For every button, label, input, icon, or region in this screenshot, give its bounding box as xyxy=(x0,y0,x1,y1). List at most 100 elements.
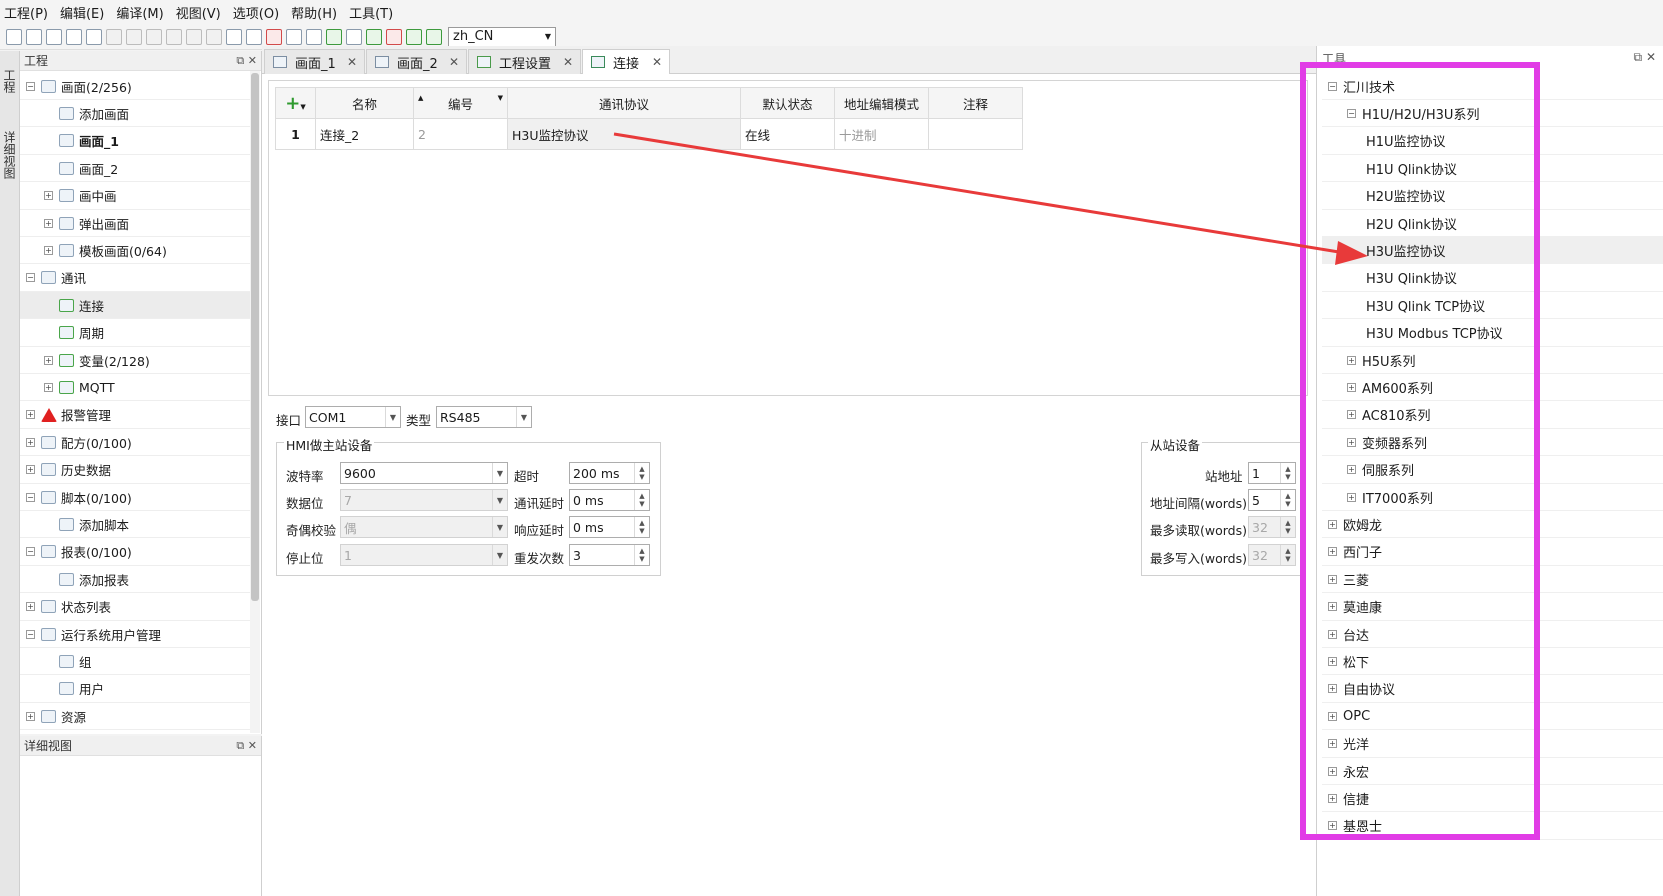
delete-icon[interactable] xyxy=(206,28,222,45)
tree-item[interactable]: 画面_1 xyxy=(20,128,251,155)
menu-compile[interactable]: 编译(M) xyxy=(116,3,163,22)
close-icon[interactable]: ✕ xyxy=(248,54,257,67)
tree-item[interactable]: + 变量(2/128) xyxy=(20,347,251,374)
tree-item[interactable]: 添加报表 xyxy=(20,566,251,594)
tab-connection[interactable]: 连接 ✕ xyxy=(582,49,670,74)
retry-spinner[interactable]: 3 ▲ ▼ xyxy=(569,544,650,566)
collapse-icon[interactable]: − xyxy=(26,629,35,639)
tree-item[interactable]: + 模板画面(0/64) xyxy=(20,237,251,265)
tree-item[interactable]: 连接 xyxy=(20,292,251,320)
tree-item[interactable]: + 画中画 xyxy=(20,183,251,210)
tree-item[interactable]: − 运行系统用户管理 xyxy=(20,621,251,648)
paste-icon[interactable] xyxy=(186,28,202,45)
interval-spinner[interactable]: 5 ▲ ▼ xyxy=(1248,489,1296,511)
redo-icon[interactable] xyxy=(126,28,142,45)
close-project-icon[interactable] xyxy=(46,28,62,45)
transfer-up-icon[interactable] xyxy=(426,28,442,45)
expand-icon[interactable]: + xyxy=(26,410,35,420)
offline-sim-icon[interactable] xyxy=(286,28,302,45)
cell-number[interactable]: 2 xyxy=(413,118,508,150)
tab-screen-2[interactable]: 画面_2 ✕ xyxy=(366,49,467,74)
cut-icon[interactable] xyxy=(146,28,162,45)
menu-options[interactable]: 选项(O) xyxy=(233,3,279,22)
cell-name[interactable]: 连接_2 xyxy=(315,118,414,150)
copy-icon[interactable] xyxy=(166,28,182,45)
print-icon[interactable] xyxy=(86,28,102,45)
column-protocol[interactable]: 通讯协议 xyxy=(507,87,741,119)
menu-view[interactable]: 视图(V) xyxy=(176,3,221,22)
pin-icon[interactable]: ⧉ xyxy=(236,54,244,67)
online-sim-icon[interactable] xyxy=(306,28,322,45)
tree-item[interactable]: 添加画面 xyxy=(20,100,251,128)
undo-icon[interactable] xyxy=(106,28,122,45)
tree-item[interactable]: + MQTT xyxy=(20,374,251,402)
upload-icon[interactable] xyxy=(346,28,362,45)
tree-item[interactable]: + 配方(0/100) xyxy=(20,429,251,457)
spinner-arrows-icon[interactable]: ▲ ▼ xyxy=(1280,490,1295,510)
expand-icon[interactable]: + xyxy=(44,191,53,201)
column-name[interactable]: 名称 xyxy=(315,87,414,119)
column-note[interactable]: 注释 xyxy=(928,87,1023,119)
transfer-down-icon[interactable] xyxy=(406,28,422,45)
cell-note[interactable] xyxy=(928,118,1023,150)
collapse-icon[interactable]: − xyxy=(26,273,35,283)
spinner-arrows-icon[interactable]: ▲ ▼ xyxy=(634,517,649,537)
tree-item[interactable]: + 资源 xyxy=(20,703,251,731)
scrollbar-thumb[interactable] xyxy=(251,73,259,601)
menu-help[interactable]: 帮助(H) xyxy=(291,3,337,22)
table-row[interactable]: 1 连接_2 2 H3U监控协议 在线 十进制 xyxy=(275,118,1023,150)
tree-item[interactable]: + 报警管理 xyxy=(20,402,251,429)
tree-item[interactable]: 画面_2 xyxy=(20,155,251,183)
expand-icon[interactable]: + xyxy=(26,602,35,612)
expand-icon[interactable]: + xyxy=(26,711,35,721)
language-select[interactable]: zh_CN ▼ xyxy=(448,26,556,47)
spinner-arrows-icon[interactable]: ▲ ▼ xyxy=(634,463,649,483)
close-icon[interactable]: ✕ xyxy=(248,739,257,752)
station-spinner[interactable]: 1 ▲ ▼ xyxy=(1248,462,1296,484)
expand-icon[interactable]: + xyxy=(26,437,35,447)
tree-item[interactable]: + 状态列表 xyxy=(20,594,251,621)
collapse-icon[interactable]: − xyxy=(26,547,35,557)
tree-item[interactable]: 周期 xyxy=(20,320,251,347)
tree-item[interactable]: 组 xyxy=(20,648,251,676)
tree-item[interactable]: − 通讯 xyxy=(20,265,251,292)
cell-protocol[interactable]: H3U监控协议 xyxy=(507,118,741,150)
timeout-spinner[interactable]: 200 ms ▲ ▼ xyxy=(569,462,650,484)
tree-item[interactable]: − 报表(0/100) xyxy=(20,539,251,566)
replace-icon[interactable] xyxy=(226,28,242,45)
comm-delay-spinner[interactable]: 0 ms ▲ ▼ xyxy=(569,489,650,511)
expand-icon[interactable]: + xyxy=(44,355,53,365)
menu-project[interactable]: 工程(P) xyxy=(4,3,48,22)
network-icon[interactable] xyxy=(386,28,402,45)
open-folder-icon[interactable] xyxy=(26,28,42,45)
save-icon[interactable] xyxy=(66,28,82,45)
column-address-mode[interactable]: 地址编辑模式 xyxy=(834,87,929,119)
spinner-arrows-icon[interactable]: ▲ ▼ xyxy=(634,545,649,565)
filter-icon[interactable]: ▼ xyxy=(498,94,503,102)
menu-edit[interactable]: 编辑(E) xyxy=(60,3,104,22)
port-select[interactable]: COM1 ▼ xyxy=(305,406,401,428)
resp-delay-spinner[interactable]: 0 ms ▲ ▼ xyxy=(569,516,650,538)
tab-screen-1[interactable]: 画面_1 ✕ xyxy=(264,49,365,74)
tree-item[interactable]: + 弹出画面 xyxy=(20,210,251,237)
expand-icon[interactable]: + xyxy=(44,245,53,255)
collapse-icon[interactable]: − xyxy=(26,81,35,91)
close-icon[interactable]: ✕ xyxy=(347,55,357,69)
tree-item[interactable]: + 历史数据 xyxy=(20,457,251,484)
collapse-icon[interactable]: − xyxy=(26,492,35,502)
tab-project-settings[interactable]: 工程设置 ✕ xyxy=(468,49,581,74)
column-number[interactable]: ▲ 编号 ▼ xyxy=(413,87,508,119)
type-select[interactable]: RS485 ▼ xyxy=(436,406,532,428)
expand-icon[interactable]: + xyxy=(44,218,53,228)
baud-select[interactable]: 9600 ▼ xyxy=(340,462,508,484)
side-tab-project[interactable]: 工程 xyxy=(2,69,18,93)
expand-icon[interactable]: + xyxy=(26,465,35,475)
close-icon[interactable]: ✕ xyxy=(652,55,662,69)
close-icon[interactable]: ✕ xyxy=(563,55,573,69)
close-icon[interactable]: ✕ xyxy=(449,55,459,69)
expand-icon[interactable]: + xyxy=(44,382,53,392)
spinner-arrows-icon[interactable]: ▲ ▼ xyxy=(1280,463,1295,483)
side-tab-detail[interactable]: 详细视图 xyxy=(2,131,18,179)
compile-icon[interactable] xyxy=(266,28,282,45)
refresh-icon[interactable] xyxy=(366,28,382,45)
